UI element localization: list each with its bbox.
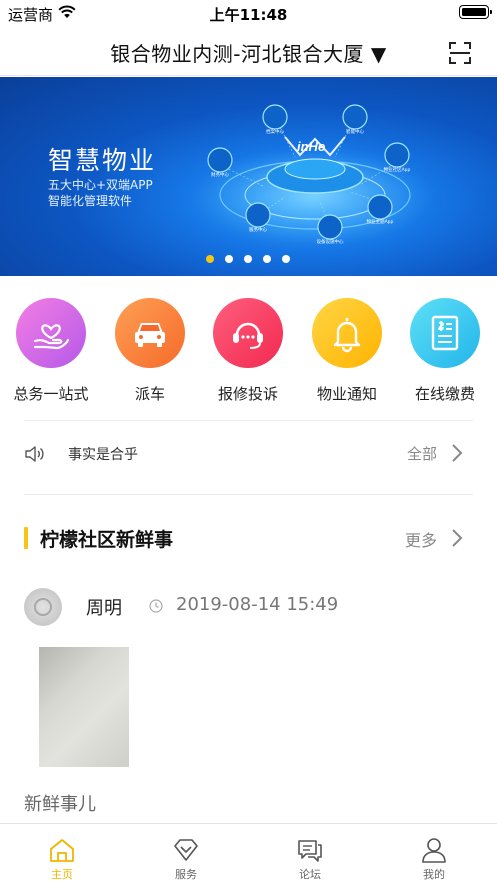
- carousel-dots[interactable]: [200, 255, 295, 263]
- battery-icon: [459, 5, 492, 19]
- avatar[interactable]: [24, 588, 62, 626]
- status-time: 上午11:48: [209, 6, 288, 24]
- service-notification[interactable]: 物业通知: [302, 298, 392, 404]
- post-author: 周明: [86, 598, 122, 619]
- post-text: 新鲜事儿: [24, 794, 96, 815]
- service-label: 报修投诉: [217, 385, 278, 403]
- bell-icon: [312, 298, 382, 368]
- banner-carousel[interactable]: inHe 档案中心 智能中心 物业社区App 物业主题App 设备设施中心 财务…: [0, 77, 497, 276]
- tab-home[interactable]: 主页: [0, 824, 124, 883]
- divider: [24, 420, 473, 421]
- banner-subtitle: 五大中心+双端APP 智能化管理软件: [48, 177, 153, 209]
- bill-icon: [410, 298, 480, 368]
- svg-text:财务中心: 财务中心: [211, 171, 229, 178]
- headset-icon: [213, 298, 283, 368]
- service-general-affairs[interactable]: 总务一站式: [6, 298, 96, 404]
- tab-label: 我的: [423, 868, 445, 881]
- home-icon: [50, 839, 74, 862]
- tab-label: 主页: [51, 868, 73, 881]
- tab-bar: 主页 服务 论坛 我的: [0, 823, 497, 883]
- svg-text:物业社区App: 物业社区App: [384, 166, 411, 173]
- tab-profile[interactable]: 我的: [372, 824, 496, 883]
- property-selector[interactable]: 银合物业内测-河北银合大厦 ▼: [0, 38, 497, 67]
- svg-text:物业主题App: 物业主题App: [367, 218, 394, 225]
- nav-bar: 银合物业内测-河北银合大厦 ▼: [0, 26, 497, 76]
- banner-subtitle-line2: 智能化管理软件: [48, 194, 133, 208]
- notice-bar[interactable]: 事实是合乎 全部: [0, 430, 497, 476]
- section-accent-bar: [24, 527, 28, 549]
- chevron-right-icon[interactable]: [451, 528, 463, 548]
- banner-title: 智慧物业: [48, 146, 157, 175]
- service-payment[interactable]: 在线缴费: [400, 298, 490, 404]
- notice-text: 事实是合乎: [68, 447, 138, 463]
- diamond-icon: [174, 839, 198, 861]
- clock-icon: [149, 599, 163, 613]
- chat-icon: [298, 840, 322, 862]
- post-time: 2019-08-14 15:49: [176, 594, 339, 615]
- banner-logo: inHe: [297, 139, 325, 154]
- service-label: 总务一站式: [13, 385, 89, 403]
- service-repair[interactable]: 报修投诉: [203, 298, 293, 404]
- svg-text:档案中心: 档案中心: [266, 128, 284, 135]
- carousel-dot-3[interactable]: [243, 255, 252, 263]
- divider: [24, 494, 473, 495]
- tab-forum[interactable]: 论坛: [248, 824, 372, 883]
- service-label: 派车: [134, 385, 165, 403]
- car-icon: [115, 298, 185, 368]
- tab-services[interactable]: 服务: [124, 824, 248, 883]
- person-icon: [422, 838, 446, 863]
- carousel-dot-5[interactable]: [281, 255, 290, 263]
- banner-subtitle-line1: 五大中心+双端APP: [48, 178, 153, 192]
- more-link[interactable]: 更多: [405, 527, 437, 551]
- notice-all-link[interactable]: 全部: [407, 443, 437, 464]
- carousel-dot-1[interactable]: [205, 255, 214, 263]
- svg-text:设备设施中心: 设备设施中心: [317, 238, 344, 245]
- banner-illustration: inHe 档案中心 智能中心 物业社区App 物业主题App 设备设施中心 财务…: [195, 104, 435, 245]
- speaker-icon: [25, 446, 44, 462]
- tab-label: 论坛: [299, 868, 321, 881]
- tab-label: 服务: [175, 868, 197, 881]
- service-label: 物业通知: [316, 385, 377, 403]
- section-title: 柠檬社区新鲜事: [40, 529, 174, 551]
- svg-text:服务中心: 服务中心: [249, 226, 267, 233]
- status-bar: 运营商 上午11:48: [0, 0, 497, 26]
- heart-hand-icon: [16, 298, 86, 368]
- service-car-dispatch[interactable]: 派车: [105, 298, 195, 404]
- carousel-dot-2[interactable]: [224, 255, 233, 263]
- scan-icon[interactable]: [449, 42, 471, 64]
- carousel-dot-4[interactable]: [262, 255, 271, 263]
- chevron-right-icon[interactable]: [451, 443, 463, 463]
- post-image[interactable]: [39, 647, 129, 767]
- quick-services: 总务一站式 派车 报修投诉 物业通知 在线缴费: [0, 298, 497, 408]
- community-section-header: 柠檬社区新鲜事 更多: [0, 520, 497, 556]
- svg-text:智能中心: 智能中心: [346, 128, 364, 135]
- service-label: 在线缴费: [414, 385, 475, 403]
